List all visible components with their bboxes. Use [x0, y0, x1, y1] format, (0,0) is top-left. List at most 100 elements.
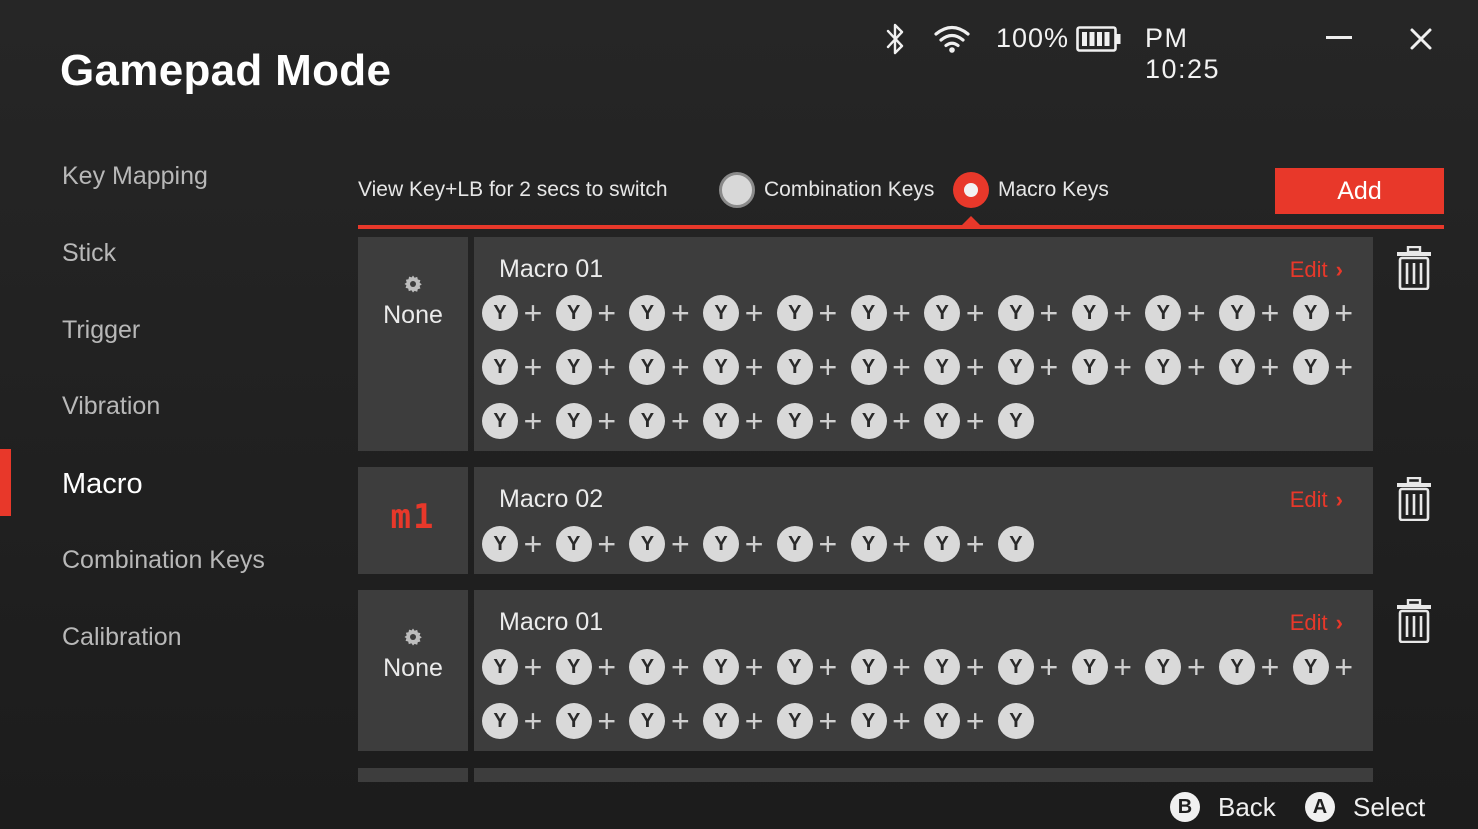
- sidebar-item-key-mapping[interactable]: Key Mapping: [62, 162, 208, 191]
- close-icon[interactable]: [1404, 22, 1438, 56]
- y-button-step: Y: [924, 403, 961, 439]
- y-button-step: Y: [776, 403, 813, 439]
- chevron-right-icon: ›: [1335, 610, 1343, 635]
- y-button-step: Y: [555, 526, 592, 562]
- y-button-step: Y: [703, 649, 740, 685]
- y-button-step: Y: [1292, 349, 1329, 385]
- plus-icon: +: [597, 649, 617, 685]
- y-button-step: Y: [850, 349, 887, 385]
- macro-trigger-key[interactable]: [358, 768, 468, 782]
- minimize-button[interactable]: [1326, 36, 1352, 39]
- y-button-step: Y: [1219, 649, 1255, 685]
- y-button-step: Y: [1219, 295, 1255, 331]
- plus-icon: +: [1186, 649, 1206, 685]
- y-button-step: Y: [924, 703, 961, 739]
- chevron-right-icon: ›: [1335, 487, 1343, 512]
- y-button-step: Y: [703, 526, 740, 562]
- plus-icon: +: [744, 703, 764, 739]
- plus-icon: +: [1334, 295, 1354, 331]
- macro-body[interactable]: Macro 01 Edit › Y + Y + Y + Y + Y + Y + Y + Y + Y + Y + Y + Y + …: [474, 237, 1373, 451]
- plus-icon: +: [671, 703, 690, 739]
- plus-icon: +: [671, 649, 690, 685]
- macro-body[interactable]: Macro 02 Edit › Y + Y + Y + Y + Y + Y + Y + Y: [474, 467, 1373, 574]
- macro-trigger-key[interactable]: m1: [358, 467, 468, 574]
- radio-label-combination-keys[interactable]: Combination Keys: [764, 178, 934, 202]
- macro-trigger-key[interactable]: None: [358, 237, 468, 451]
- trash-icon[interactable]: [1396, 246, 1432, 290]
- trash-icon[interactable]: [1396, 599, 1432, 643]
- y-button-step: Y: [850, 649, 887, 685]
- edit-link[interactable]: Edit ›: [1290, 487, 1343, 513]
- gear-icon: [404, 275, 422, 293]
- plus-icon: +: [597, 295, 617, 331]
- plus-icon: +: [1039, 649, 1059, 685]
- plus-icon: +: [523, 403, 543, 439]
- y-button-step: Y: [997, 295, 1034, 331]
- plus-icon: +: [671, 403, 690, 439]
- trash-icon[interactable]: [1396, 477, 1432, 521]
- y-button-step: Y: [997, 649, 1034, 685]
- plus-icon: +: [671, 526, 690, 562]
- add-button[interactable]: Add: [1275, 168, 1444, 214]
- y-button-step: Y: [850, 526, 887, 562]
- plus-icon: +: [597, 526, 617, 562]
- macro-body[interactable]: Macro 01 Edit › Y + Y + Y + Y + Y + Y + Y + Y + Y + Y + Y + Y + …: [474, 590, 1373, 751]
- sidebar-item-macro[interactable]: Macro: [62, 468, 143, 501]
- plus-icon: +: [744, 295, 764, 331]
- plus-icon: +: [892, 295, 911, 331]
- plus-icon: +: [892, 403, 911, 439]
- macro-name: Macro 01: [499, 608, 604, 636]
- y-button-step: Y: [555, 703, 592, 739]
- y-button-step: Y: [997, 526, 1034, 562]
- plus-icon: +: [965, 649, 985, 685]
- sidebar-item-combination-keys[interactable]: Combination Keys: [62, 546, 265, 575]
- sidebar-item-stick[interactable]: Stick: [62, 239, 116, 268]
- radio-label-macro-keys[interactable]: Macro Keys: [998, 178, 1109, 202]
- edit-label: Edit: [1289, 487, 1328, 512]
- plus-icon: +: [1334, 349, 1354, 385]
- plus-icon: +: [965, 349, 985, 385]
- y-button-step: Y: [776, 649, 813, 685]
- tab-pointer: [961, 216, 981, 226]
- y-button-step: Y: [1071, 649, 1108, 685]
- y-button-step: Y: [703, 403, 740, 439]
- y-button-step: Y: [1145, 349, 1182, 385]
- y-button-step: Y: [555, 403, 592, 439]
- macro-body[interactable]: [474, 768, 1373, 782]
- edit-link[interactable]: Edit ›: [1290, 610, 1343, 636]
- macro-key-label: None: [383, 301, 443, 329]
- bluetooth-icon: [886, 23, 904, 55]
- radio-macro-keys[interactable]: [953, 172, 989, 208]
- y-button-step: Y: [997, 703, 1034, 739]
- y-button-step: Y: [776, 295, 813, 331]
- plus-icon: +: [523, 526, 543, 562]
- sidebar-item-calibration[interactable]: Calibration: [62, 623, 182, 652]
- plus-icon: +: [1186, 349, 1206, 385]
- macro-row: None Macro 01 Edit › Y + Y + Y + Y + Y + Y + Y + Y + Y + Y +…: [358, 590, 1373, 751]
- y-button-step: Y: [703, 349, 740, 385]
- macro-name: Macro 01: [499, 255, 604, 283]
- plus-icon: +: [818, 649, 838, 685]
- y-button-step: Y: [482, 403, 518, 439]
- plus-icon: +: [1113, 349, 1132, 385]
- y-button-step: Y: [924, 295, 961, 331]
- sidebar-item-trigger[interactable]: Trigger: [62, 316, 140, 345]
- plus-icon: +: [818, 349, 838, 385]
- plus-icon: +: [818, 295, 838, 331]
- y-button-step: Y: [1292, 649, 1329, 685]
- select-label: Select: [1353, 792, 1426, 822]
- y-button-step: Y: [776, 703, 813, 739]
- y-button-step: Y: [1071, 295, 1108, 331]
- a-button-icon: A: [1305, 792, 1335, 822]
- plus-icon: +: [1039, 295, 1059, 331]
- y-button-step: Y: [629, 649, 666, 685]
- radio-combination-keys[interactable]: [719, 172, 755, 208]
- plus-icon: +: [818, 703, 838, 739]
- edit-link[interactable]: Edit ›: [1290, 257, 1343, 283]
- sidebar-item-vibration[interactable]: Vibration: [62, 392, 160, 421]
- plus-icon: +: [965, 295, 985, 331]
- plus-icon: +: [671, 295, 690, 331]
- gamepad-mode-screen: Gamepad Mode 100% PM 10:25 Key Mapping S…: [0, 0, 1478, 829]
- plus-icon: +: [523, 295, 543, 331]
- macro-trigger-key[interactable]: None: [358, 590, 468, 751]
